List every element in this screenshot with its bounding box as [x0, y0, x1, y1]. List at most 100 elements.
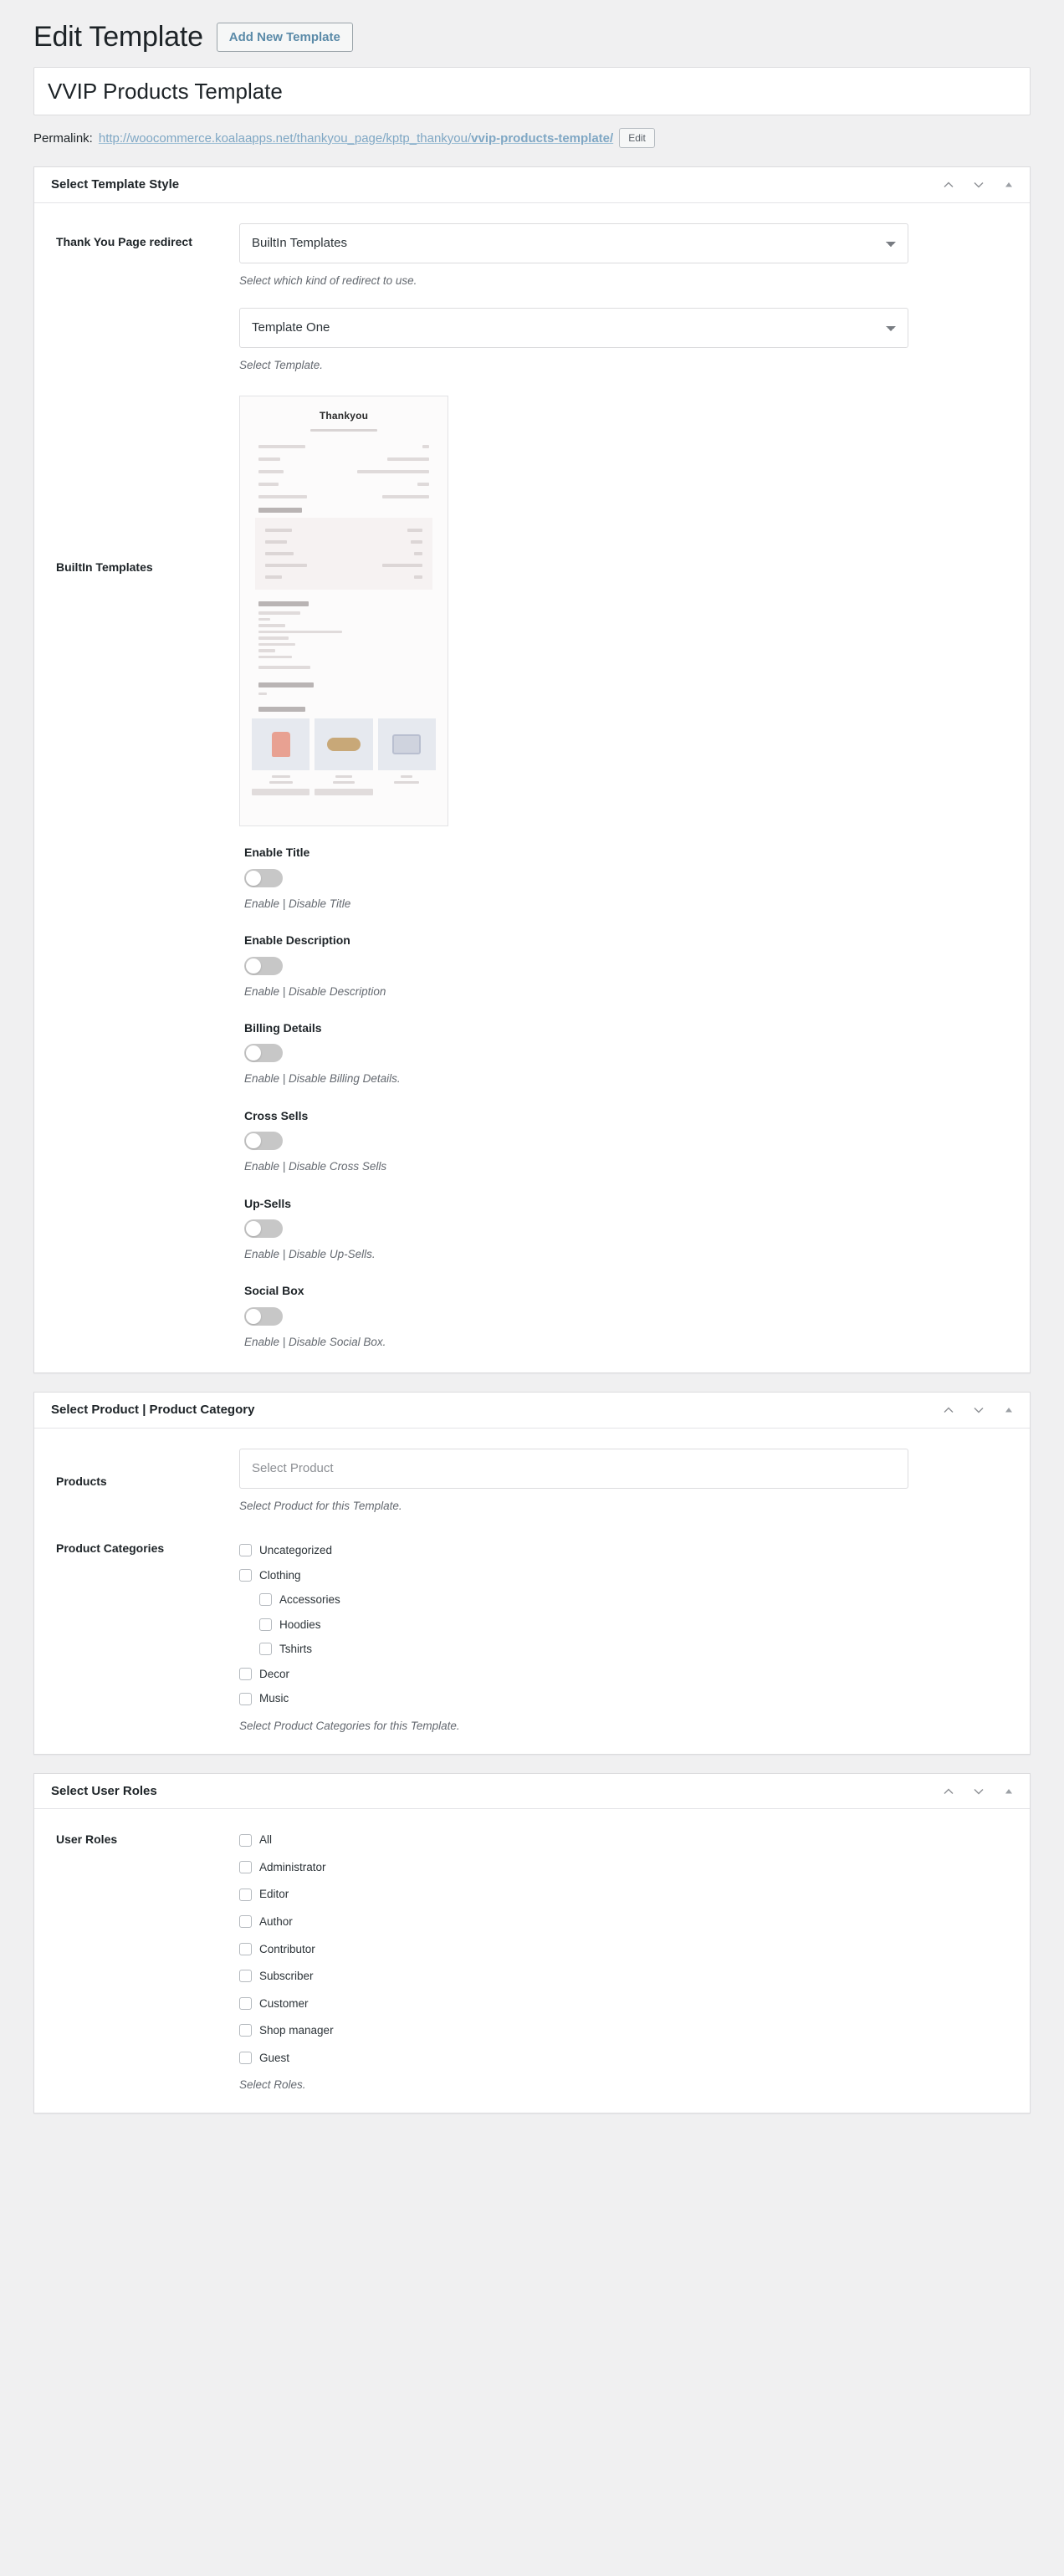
- products-select-input[interactable]: [239, 1449, 908, 1489]
- checkbox-row-music[interactable]: Music: [239, 1691, 1013, 1706]
- checkbox-row-uncategorized[interactable]: Uncategorized: [239, 1543, 1013, 1558]
- preview-related-products: [252, 718, 436, 795]
- panel-header-user-roles: Select User Roles: [34, 1774, 1030, 1810]
- label-product-categories-text: Product Categories: [56, 1540, 164, 1557]
- checkbox-row-editor[interactable]: Editor: [239, 1887, 1013, 1902]
- desc-builtin-templates: Select Template.: [239, 357, 1013, 374]
- toggle-switch-enable-title[interactable]: [244, 869, 283, 887]
- chevron-up-icon[interactable]: [934, 1396, 963, 1424]
- triangle-toggle-icon[interactable]: [995, 1396, 1023, 1424]
- checkbox-row-shop-manager[interactable]: Shop manager: [239, 2023, 1013, 2038]
- control-builtin-templates: Template One Select Template. Thankyou: [239, 308, 1013, 826]
- permalink-link[interactable]: http://woocommerce.koalaapps.net/thankyo…: [99, 132, 613, 145]
- checkbox-row-tshirts[interactable]: Tshirts: [259, 1642, 1013, 1657]
- toggle-switch-enable-description[interactable]: [244, 957, 283, 975]
- checkbox-label-shop-manager: Shop manager: [259, 2023, 334, 2038]
- chevron-up-icon[interactable]: [934, 1777, 963, 1806]
- control-thankyou-redirect: BuiltIn Templates Select which kind of r…: [239, 223, 1013, 289]
- checkbox-row-customer[interactable]: Customer: [239, 1996, 1013, 2011]
- checkbox-label-customer: Customer: [259, 1996, 309, 2011]
- preview-section-shipping: [258, 682, 314, 687]
- label-builtin-templates: BuiltIn Templates: [51, 559, 239, 576]
- permalink-url-slug: vvip-products-template/: [471, 131, 613, 146]
- product-categories-checkbox-list: Uncategorized Clothing Accessories: [239, 1540, 1013, 1706]
- template-title-input[interactable]: [33, 67, 1031, 115]
- checkbox-label-all: All: [259, 1832, 272, 1848]
- control-product-categories: Uncategorized Clothing Accessories: [239, 1540, 1013, 1732]
- preview-order-meta: [240, 432, 448, 498]
- toggle-label-social-box: Social Box: [244, 1283, 1013, 1300]
- chevron-down-icon[interactable]: [964, 1777, 993, 1806]
- triangle-toggle-icon[interactable]: [995, 1777, 1023, 1806]
- checkbox-row-all[interactable]: All: [239, 1832, 1013, 1848]
- checkbox-subscriber[interactable]: [239, 1970, 252, 1982]
- checkbox-music[interactable]: [239, 1693, 252, 1705]
- preview-order-table: [255, 518, 432, 590]
- preview-section-billing: [258, 601, 309, 606]
- control-user-roles: All Administrator Editor Author: [239, 1829, 1013, 2091]
- checkbox-row-author[interactable]: Author: [239, 1914, 1013, 1929]
- triangle-toggle-icon[interactable]: [995, 171, 1023, 199]
- admin-page-wrap: Edit Template Add New Template Permalink…: [0, 0, 1064, 2113]
- select-builtin-templates[interactable]: Template One: [239, 308, 908, 348]
- checkbox-row-hoodies[interactable]: Hoodies: [259, 1618, 1013, 1633]
- checkbox-row-administrator[interactable]: Administrator: [239, 1860, 1013, 1875]
- checkbox-guest[interactable]: [239, 2052, 252, 2064]
- checkbox-row-contributor[interactable]: Contributor: [239, 1942, 1013, 1957]
- checkbox-row-subscriber[interactable]: Subscriber: [239, 1969, 1013, 1984]
- toggle-item-social-box: Social Box Enable | Disable Social Box.: [244, 1283, 1013, 1351]
- checkbox-administrator[interactable]: [239, 1861, 252, 1873]
- toggle-knob: [246, 871, 261, 886]
- checkbox-accessories[interactable]: [259, 1593, 272, 1606]
- toggle-label-enable-description: Enable Description: [244, 933, 1013, 949]
- page-title: Edit Template: [33, 18, 203, 55]
- panel-title-product-category: Select Product | Product Category: [51, 1393, 254, 1428]
- toggle-knob: [246, 1221, 261, 1236]
- checkbox-row-decor[interactable]: Decor: [239, 1667, 1013, 1682]
- checkbox-customer[interactable]: [239, 1997, 252, 2010]
- field-row-builtin-templates: BuiltIn Templates Template One Select Te…: [51, 308, 1013, 826]
- checkbox-decor[interactable]: [239, 1668, 252, 1680]
- chevron-down-icon[interactable]: [964, 1396, 993, 1424]
- select-thankyou-redirect[interactable]: BuiltIn Templates: [239, 223, 908, 263]
- add-new-template-button[interactable]: Add New Template: [217, 23, 353, 52]
- checkbox-label-decor: Decor: [259, 1667, 289, 1682]
- toggle-knob: [246, 1309, 261, 1324]
- field-row-redirect: Thank You Page redirect BuiltIn Template…: [51, 223, 1013, 289]
- checkbox-uncategorized[interactable]: [239, 1544, 252, 1556]
- checkbox-hoodies[interactable]: [259, 1618, 272, 1631]
- toggle-item-enable-title: Enable Title Enable | Disable Title: [244, 845, 1013, 912]
- panel-select-user-roles: Select User Roles User Roles: [33, 1773, 1031, 2113]
- preview-heading: Thankyou: [240, 396, 448, 422]
- checkbox-contributor[interactable]: [239, 1943, 252, 1955]
- panel-title-user-roles: Select User Roles: [51, 1774, 157, 1809]
- toggle-switch-cross-sells[interactable]: [244, 1132, 283, 1150]
- toggle-desc-up-sells: Enable | Disable Up-Sells.: [244, 1246, 1013, 1263]
- permalink-edit-button[interactable]: Edit: [619, 128, 655, 148]
- chevron-up-icon[interactable]: [934, 171, 963, 199]
- toggle-label-enable-title: Enable Title: [244, 845, 1013, 861]
- chevron-down-icon[interactable]: [964, 171, 993, 199]
- checkbox-shop-manager[interactable]: [239, 2024, 252, 2037]
- toggle-switch-billing-details[interactable]: [244, 1044, 283, 1062]
- toggle-knob: [246, 1045, 261, 1061]
- toggle-label-up-sells: Up-Sells: [244, 1196, 1013, 1213]
- checkbox-author[interactable]: [239, 1915, 252, 1928]
- preview-shipping-block: [258, 693, 448, 696]
- toggle-switch-social-box[interactable]: [244, 1307, 283, 1326]
- checkbox-clothing[interactable]: [239, 1569, 252, 1582]
- preview-product-item: [315, 718, 372, 795]
- desc-products: Select Product for this Template.: [239, 1498, 1013, 1515]
- checkbox-editor[interactable]: [239, 1889, 252, 1901]
- checkbox-label-accessories: Accessories: [279, 1592, 340, 1607]
- checkbox-label-uncategorized: Uncategorized: [259, 1543, 332, 1558]
- panel-select-product-category: Select Product | Product Category Produc…: [33, 1392, 1031, 1755]
- checkbox-row-guest[interactable]: Guest: [239, 2051, 1013, 2066]
- checkbox-row-clothing[interactable]: Clothing: [239, 1568, 1013, 1583]
- checkbox-label-hoodies: Hoodies: [279, 1618, 321, 1633]
- checkbox-all[interactable]: [239, 1834, 252, 1847]
- toggle-switch-up-sells[interactable]: [244, 1219, 283, 1238]
- checkbox-tshirts[interactable]: [259, 1643, 272, 1655]
- panel-select-template-style: Select Template Style Thank You Page red…: [33, 166, 1031, 1373]
- checkbox-row-accessories[interactable]: Accessories: [259, 1592, 1013, 1607]
